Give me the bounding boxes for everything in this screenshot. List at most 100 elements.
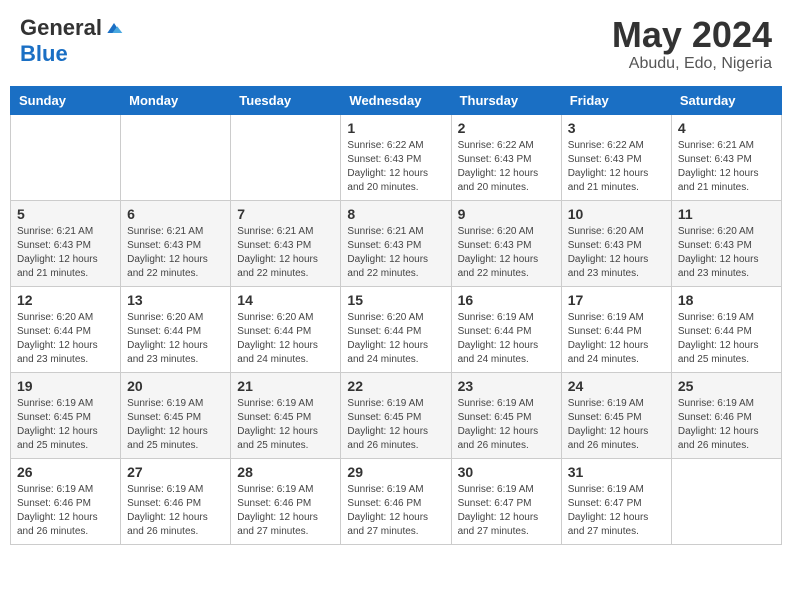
calendar-day-cell: 20 Sunrise: 6:19 AMSunset: 6:45 PMDayligh… — [121, 372, 231, 458]
day-info: Sunrise: 6:21 AMSunset: 6:43 PMDaylight:… — [127, 225, 224, 281]
day-info: Sunrise: 6:20 AMSunset: 6:44 PMDaylight:… — [347, 311, 444, 367]
calendar-week-row: 1 Sunrise: 6:22 AMSunset: 6:43 PMDaylight… — [11, 114, 782, 200]
day-info: Sunrise: 6:19 AMSunset: 6:45 PMDaylight:… — [568, 397, 665, 453]
day-number: 26 — [17, 464, 114, 480]
day-info: Sunrise: 6:19 AMSunset: 6:45 PMDaylight:… — [347, 397, 444, 453]
day-number: 8 — [347, 206, 444, 222]
calendar-day-cell: 21 Sunrise: 6:19 AMSunset: 6:45 PMDayligh… — [231, 372, 341, 458]
day-number: 22 — [347, 378, 444, 394]
logo-icon — [104, 18, 124, 38]
calendar-day-cell: 7Sunrise: 6:21 AMSunset: 6:43 PMDaylight… — [231, 200, 341, 286]
day-number: 28 — [237, 464, 334, 480]
day-info: Sunrise: 6:19 AMSunset: 6:45 PMDaylight:… — [237, 397, 334, 453]
logo: General Blue — [20, 15, 124, 67]
logo-blue-text: Blue — [20, 41, 68, 67]
day-info: Sunrise: 6:19 AMSunset: 6:46 PMDaylight:… — [237, 483, 334, 539]
weekday-header-friday: Friday — [561, 86, 671, 114]
calendar-day-cell: 2Sunrise: 6:22 AMSunset: 6:43 PMDaylight… — [451, 114, 561, 200]
calendar-empty-cell — [671, 458, 781, 544]
day-info: Sunrise: 6:21 AMSunset: 6:43 PMDaylight:… — [237, 225, 334, 281]
page-header: General Blue May 2024 Abudu, Edo, Nigeri… — [10, 10, 782, 78]
day-number: 9 — [458, 206, 555, 222]
day-number: 16 — [458, 292, 555, 308]
calendar-day-cell: 9 Sunrise: 6:20 AMSunset: 6:43 PMDaylight… — [451, 200, 561, 286]
day-info: Sunrise: 6:19 AMSunset: 6:45 PMDaylight:… — [127, 397, 224, 453]
day-number: 13 — [127, 292, 224, 308]
day-info: Sunrise: 6:19 AMSunset: 6:45 PMDaylight:… — [17, 397, 114, 453]
day-number: 31 — [568, 464, 665, 480]
calendar-day-cell: 17 Sunrise: 6:19 AMSunset: 6:44 PMDayligh… — [561, 286, 671, 372]
calendar-day-cell: 30Sunrise: 6:19 AMSunset: 6:47 PMDayligh… — [451, 458, 561, 544]
calendar-day-cell: 23 Sunrise: 6:19 AMSunset: 6:45 PMDayligh… — [451, 372, 561, 458]
calendar-day-cell: 14 Sunrise: 6:20 AMSunset: 6:44 PMDayligh… — [231, 286, 341, 372]
day-number: 27 — [127, 464, 224, 480]
day-number: 14 — [237, 292, 334, 308]
weekday-header-saturday: Saturday — [671, 86, 781, 114]
day-info: Sunrise: 6:19 AMSunset: 6:46 PMDaylight:… — [127, 483, 224, 539]
day-number: 23 — [458, 378, 555, 394]
day-info: Sunrise: 6:20 AMSunset: 6:43 PMDaylight:… — [678, 225, 775, 281]
calendar-day-cell: 26 Sunrise: 6:19 AMSunset: 6:46 PMDayligh… — [11, 458, 121, 544]
logo-general-text: General — [20, 15, 102, 41]
day-info: Sunrise: 6:20 AMSunset: 6:44 PMDaylight:… — [127, 311, 224, 367]
title-area: May 2024 Abudu, Edo, Nigeria — [612, 15, 772, 73]
calendar-day-cell: 16 Sunrise: 6:19 AMSunset: 6:44 PMDayligh… — [451, 286, 561, 372]
calendar-day-cell: 13 Sunrise: 6:20 AMSunset: 6:44 PMDayligh… — [121, 286, 231, 372]
calendar-empty-cell — [11, 114, 121, 200]
calendar-day-cell: 15Sunrise: 6:20 AMSunset: 6:44 PMDayligh… — [341, 286, 451, 372]
calendar-day-cell: 22 Sunrise: 6:19 AMSunset: 6:45 PMDayligh… — [341, 372, 451, 458]
day-info: Sunrise: 6:19 AMSunset: 6:44 PMDaylight:… — [678, 311, 775, 367]
calendar-day-cell: 19 Sunrise: 6:19 AMSunset: 6:45 PMDayligh… — [11, 372, 121, 458]
day-number: 24 — [568, 378, 665, 394]
calendar-day-cell: 27 Sunrise: 6:19 AMSunset: 6:46 PMDayligh… — [121, 458, 231, 544]
day-info: Sunrise: 6:22 AMSunset: 6:43 PMDaylight:… — [458, 139, 555, 195]
calendar-week-row: 5Sunrise: 6:21 AMSunset: 6:43 PMDaylight… — [11, 200, 782, 286]
day-number: 30 — [458, 464, 555, 480]
day-number: 3 — [568, 120, 665, 136]
calendar-week-row: 19 Sunrise: 6:19 AMSunset: 6:45 PMDayligh… — [11, 372, 782, 458]
calendar-day-cell: 11Sunrise: 6:20 AMSunset: 6:43 PMDayligh… — [671, 200, 781, 286]
month-title: May 2024 — [612, 15, 772, 55]
day-number: 1 — [347, 120, 444, 136]
location-text: Abudu, Edo, Nigeria — [612, 55, 772, 73]
day-info: Sunrise: 6:20 AMSunset: 6:43 PMDaylight:… — [458, 225, 555, 281]
day-info: Sunrise: 6:22 AMSunset: 6:43 PMDaylight:… — [568, 139, 665, 195]
calendar-day-cell: 5Sunrise: 6:21 AMSunset: 6:43 PMDaylight… — [11, 200, 121, 286]
day-info: Sunrise: 6:19 AMSunset: 6:46 PMDaylight:… — [678, 397, 775, 453]
calendar-week-row: 12 Sunrise: 6:20 AMSunset: 6:44 PMDayligh… — [11, 286, 782, 372]
day-number: 18 — [678, 292, 775, 308]
weekday-header-thursday: Thursday — [451, 86, 561, 114]
day-number: 25 — [678, 378, 775, 394]
day-number: 21 — [237, 378, 334, 394]
calendar-day-cell: 3 Sunrise: 6:22 AMSunset: 6:43 PMDaylight… — [561, 114, 671, 200]
calendar-day-cell: 6 Sunrise: 6:21 AMSunset: 6:43 PMDaylight… — [121, 200, 231, 286]
calendar-day-cell: 31 Sunrise: 6:19 AMSunset: 6:47 PMDayligh… — [561, 458, 671, 544]
day-number: 29 — [347, 464, 444, 480]
day-number: 19 — [17, 378, 114, 394]
weekday-header-monday: Monday — [121, 86, 231, 114]
day-info: Sunrise: 6:20 AMSunset: 6:44 PMDaylight:… — [17, 311, 114, 367]
calendar-empty-cell — [231, 114, 341, 200]
calendar-day-cell: 12 Sunrise: 6:20 AMSunset: 6:44 PMDayligh… — [11, 286, 121, 372]
day-info: Sunrise: 6:19 AMSunset: 6:45 PMDaylight:… — [458, 397, 555, 453]
weekday-header-tuesday: Tuesday — [231, 86, 341, 114]
calendar-day-cell: 8Sunrise: 6:21 AMSunset: 6:43 PMDaylight… — [341, 200, 451, 286]
day-info: Sunrise: 6:19 AMSunset: 6:44 PMDaylight:… — [568, 311, 665, 367]
calendar-day-cell: 24 Sunrise: 6:19 AMSunset: 6:45 PMDayligh… — [561, 372, 671, 458]
day-info: Sunrise: 6:19 AMSunset: 6:46 PMDaylight:… — [347, 483, 444, 539]
day-info: Sunrise: 6:21 AMSunset: 6:43 PMDaylight:… — [17, 225, 114, 281]
day-info: Sunrise: 6:19 AMSunset: 6:44 PMDaylight:… — [458, 311, 555, 367]
day-number: 12 — [17, 292, 114, 308]
day-info: Sunrise: 6:20 AMSunset: 6:44 PMDaylight:… — [237, 311, 334, 367]
calendar-day-cell: 4Sunrise: 6:21 AMSunset: 6:43 PMDaylight… — [671, 114, 781, 200]
weekday-header-row: SundayMondayTuesdayWednesdayThursdayFrid… — [11, 86, 782, 114]
weekday-header-sunday: Sunday — [11, 86, 121, 114]
day-info: Sunrise: 6:20 AMSunset: 6:43 PMDaylight:… — [568, 225, 665, 281]
calendar-table: SundayMondayTuesdayWednesdayThursdayFrid… — [10, 86, 782, 545]
day-number: 20 — [127, 378, 224, 394]
calendar-day-cell: 29 Sunrise: 6:19 AMSunset: 6:46 PMDayligh… — [341, 458, 451, 544]
day-info: Sunrise: 6:19 AMSunset: 6:46 PMDaylight:… — [17, 483, 114, 539]
day-number: 17 — [568, 292, 665, 308]
day-info: Sunrise: 6:19 AMSunset: 6:47 PMDaylight:… — [568, 483, 665, 539]
day-number: 6 — [127, 206, 224, 222]
